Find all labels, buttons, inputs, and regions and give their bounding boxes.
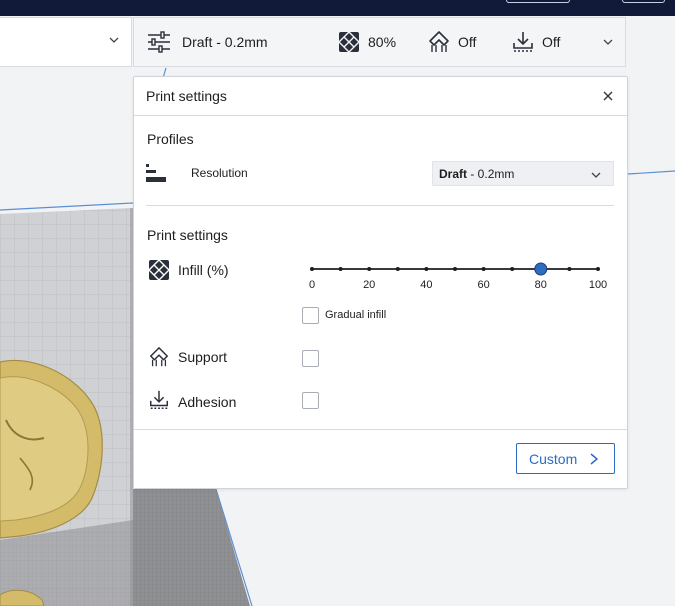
resolution-icon: [146, 164, 166, 182]
gradual-infill-checkbox[interactable]: [302, 307, 319, 324]
slider-tick: [424, 267, 429, 271]
profile-summary-label: Draft - 0.2mm: [182, 34, 268, 50]
slider-tick-label: 40: [420, 279, 433, 291]
chevron-down-icon: [109, 37, 119, 43]
support-summary-value: Off: [458, 34, 477, 50]
adhesion-icon: [150, 390, 168, 409]
resolution-dropdown[interactable]: Draft - 0.2mm: [432, 161, 614, 186]
custom-button-label: Custom: [529, 450, 578, 467]
infill-slider-track: [310, 262, 600, 276]
slider-tick-label: 20: [363, 279, 376, 291]
chevron-down-icon[interactable]: [603, 37, 613, 47]
slider-tick: [338, 267, 343, 271]
support-icon: [150, 347, 168, 367]
resolution-value-height: - 0.2mm: [467, 166, 515, 181]
print-settings-panel: Print settings Profiles Resolution Draft…: [133, 76, 628, 489]
chevron-right-icon: [590, 453, 598, 465]
resolution-value-name: Draft: [439, 166, 468, 181]
slider-tick-label: 80: [534, 279, 547, 291]
header-button-marketplace[interactable]: [506, 0, 570, 3]
slider-tick: [367, 267, 372, 271]
machine-selector[interactable]: [0, 17, 132, 67]
infill-pattern-icon: [148, 259, 170, 281]
profile-summary[interactable]: Draft - 0.2mm: [146, 18, 268, 66]
adhesion-summary[interactable]: Off: [510, 18, 560, 66]
infill-label: Infill (%): [178, 262, 229, 278]
footer-divider: [134, 429, 627, 430]
slider-handle[interactable]: [534, 262, 548, 276]
slider-tick: [395, 267, 400, 271]
section-divider: [146, 205, 614, 206]
slider-tick: [481, 267, 486, 271]
infill-pattern-icon: [336, 29, 362, 55]
slider-tick: [596, 267, 600, 271]
adhesion-checkbox[interactable]: [302, 392, 319, 409]
slider-tick: [310, 267, 314, 271]
adhesion-summary-value: Off: [542, 34, 561, 50]
profiles-section-title: Profiles: [147, 131, 194, 147]
support-icon: [426, 29, 452, 55]
infill-slider[interactable]: 0 20 40 60 80 100: [308, 257, 607, 297]
custom-settings-button[interactable]: Custom: [516, 443, 615, 474]
panel-title: Print settings: [146, 88, 227, 104]
slider-tick-label: 0: [308, 279, 316, 291]
resolution-label: Resolution: [191, 166, 248, 180]
slider-tick: [510, 267, 515, 271]
print-settings-section-title: Print settings: [147, 227, 228, 243]
print-settings-summary-bar[interactable]: Draft - 0.2mm 80% Off Off: [133, 17, 626, 67]
adhesion-label: Adhesion: [178, 394, 237, 410]
sliders-icon: [146, 29, 172, 55]
support-checkbox[interactable]: [302, 350, 319, 367]
slider-tick-label: 100: [588, 279, 608, 291]
header-button-account[interactable]: [622, 0, 665, 3]
support-summary[interactable]: Off: [426, 18, 476, 66]
infill-summary[interactable]: 80%: [336, 18, 396, 66]
panel-header: Print settings: [134, 77, 627, 116]
top-header-bar: [0, 0, 675, 16]
slider-tick: [453, 267, 457, 271]
chevron-down-icon: [591, 172, 601, 178]
infill-summary-value: 80%: [368, 34, 397, 50]
slider-tick-label: 60: [477, 279, 490, 291]
slider-tick: [567, 267, 572, 271]
support-label: Support: [178, 349, 228, 365]
gradual-infill-label: Gradual infill: [325, 309, 387, 321]
close-icon[interactable]: [601, 89, 615, 103]
adhesion-icon: [510, 29, 536, 55]
